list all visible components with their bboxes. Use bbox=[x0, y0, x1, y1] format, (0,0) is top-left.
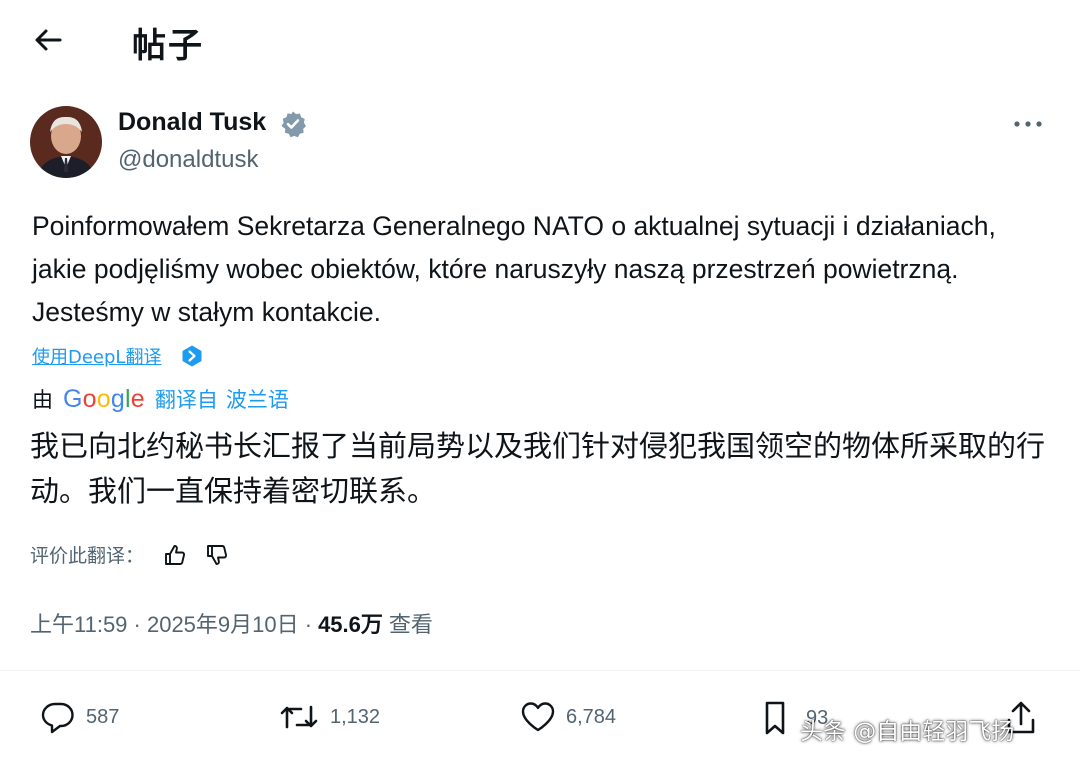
thumbs-up-icon[interactable] bbox=[162, 542, 188, 568]
timestamp[interactable]: 上午11:59 · 2025年9月10日 · bbox=[30, 607, 312, 639]
author-handle[interactable]: @donaldtusk bbox=[118, 146, 258, 174]
translation-attribution: 由 Google 翻译自 波兰语 bbox=[32, 384, 289, 414]
reply-icon bbox=[41, 702, 74, 734]
page-title: 帖子 bbox=[132, 26, 204, 66]
view-count: 45.6万 bbox=[318, 612, 383, 637]
repost-icon bbox=[280, 705, 318, 729]
like-count: 6,784 bbox=[566, 705, 617, 728]
back-arrow-icon[interactable] bbox=[30, 22, 66, 58]
author-name[interactable]: Donald Tusk bbox=[118, 108, 266, 137]
tweet-meta: 上午11:59 · 2025年9月10日 · 45.6万 查看 bbox=[30, 607, 433, 639]
avatar[interactable] bbox=[30, 106, 102, 178]
divider bbox=[0, 670, 1080, 671]
deepl-icon[interactable] bbox=[180, 344, 204, 368]
tweet-text: Poinformowałem Sekretarza Generalnego NA… bbox=[32, 211, 996, 327]
watermark: 头条 @自由轻羽飞扬 bbox=[800, 719, 1015, 745]
thumbs-down-icon[interactable] bbox=[204, 542, 230, 568]
rate-translation-label: 评价此翻译： bbox=[30, 545, 145, 567]
bookmark-icon bbox=[765, 701, 785, 735]
reply-count: 587 bbox=[86, 705, 120, 728]
translation-by-label: 由 bbox=[32, 388, 53, 412]
view-label: 查看 bbox=[388, 612, 433, 637]
like-button[interactable]: 6,784 bbox=[520, 700, 616, 734]
like-icon bbox=[521, 702, 555, 732]
repost-button[interactable]: 1,132 bbox=[278, 700, 380, 734]
repost-count: 1,132 bbox=[330, 705, 381, 728]
reply-button[interactable]: 587 bbox=[40, 700, 119, 734]
deepl-translate-link[interactable]: 使用DeepL翻译 bbox=[32, 343, 161, 369]
rate-translation: 评价此翻译： bbox=[30, 541, 230, 568]
google-logo: Google bbox=[63, 384, 145, 413]
more-icon[interactable] bbox=[1012, 114, 1044, 134]
verified-badge-icon bbox=[279, 110, 307, 138]
source-language[interactable]: 波兰语 bbox=[226, 384, 289, 414]
translated-text: 我已向北约秘书长汇报了当前局势以及我们针对侵犯我国领空的物体所采取的行动。我们一… bbox=[30, 429, 1046, 508]
translated-from-label[interactable]: 翻译自 bbox=[155, 384, 218, 414]
